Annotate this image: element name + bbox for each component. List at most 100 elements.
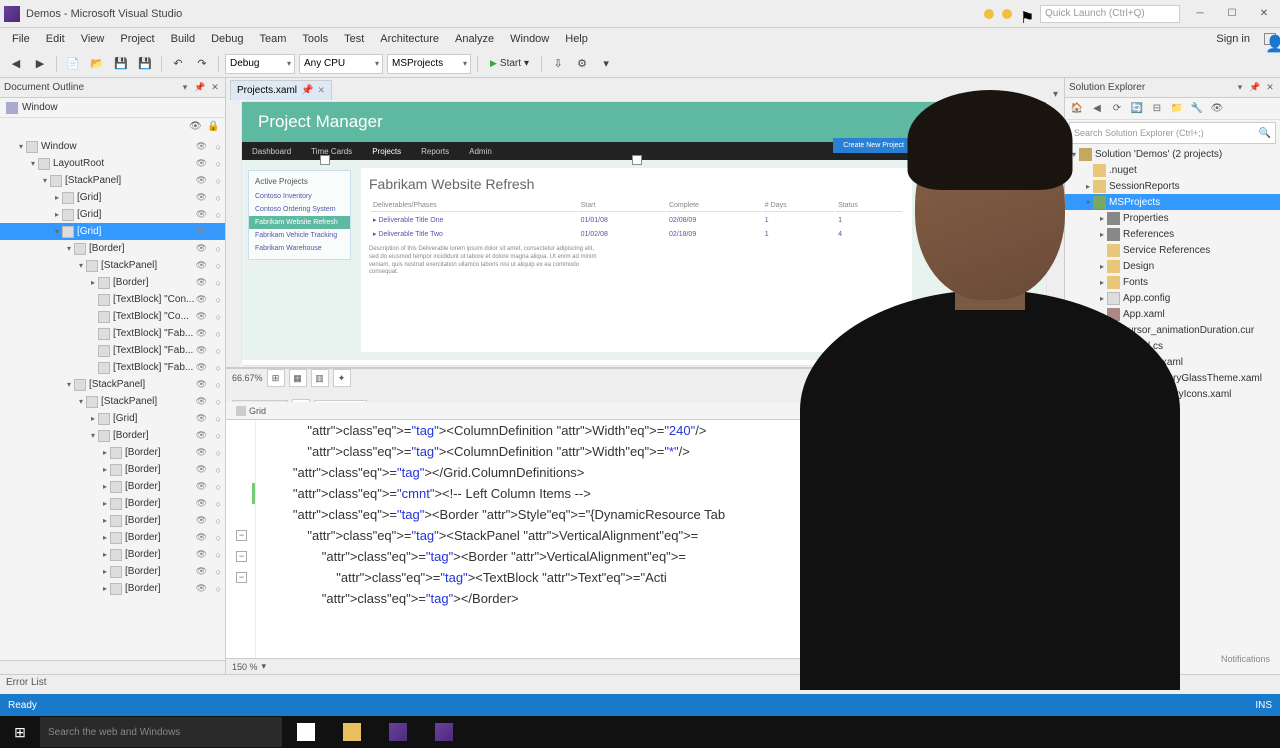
tab-overflow-icon[interactable]: ▾ — [1053, 89, 1058, 100]
se-back-icon[interactable]: ◀ — [1089, 101, 1105, 117]
taskbar-app[interactable] — [330, 717, 374, 747]
taskbar-app[interactable] — [284, 717, 328, 747]
outline-tree-item[interactable]: [TextBlock] "Fab...👁○ — [0, 325, 225, 342]
pm-nav-reports[interactable]: Reports — [421, 147, 449, 156]
grid-button[interactable]: ▦ — [289, 369, 307, 387]
snap-button[interactable]: ▥ — [311, 369, 329, 387]
panel-dropdown-icon[interactable]: ▾ — [179, 82, 191, 94]
se-showall-icon[interactable]: 📁 — [1169, 101, 1185, 117]
menu-tools[interactable]: Tools — [294, 31, 336, 47]
se-tree-item[interactable]: ▸SessionReports — [1065, 178, 1280, 194]
se-tree-item[interactable]: ▾Solution 'Demos' (2 projects) — [1065, 146, 1280, 162]
fold-button[interactable]: − — [236, 572, 247, 583]
panel-pin-icon[interactable]: 📌 — [194, 82, 206, 94]
outline-tree-item[interactable]: ▾[StackPanel]👁○ — [0, 172, 225, 189]
se-tree-item[interactable]: s.xaml — [1065, 402, 1280, 418]
feedback-icon[interactable] — [1002, 9, 1012, 19]
outline-tree-item[interactable]: ▸[Grid]👁○ — [0, 206, 225, 223]
outline-tree-item[interactable]: ▾[Border]👁○ — [0, 427, 225, 444]
outline-tree-item[interactable]: ▸[Border]👁○ — [0, 274, 225, 291]
maximize-button[interactable]: ☐ — [1220, 4, 1244, 24]
menu-project[interactable]: Project — [112, 31, 162, 47]
se-tree-item[interactable]: cursor_animationDuration.cur — [1065, 322, 1280, 338]
open-button[interactable]: 📂 — [87, 54, 107, 74]
menu-debug[interactable]: Debug — [203, 31, 251, 47]
close-button[interactable]: ✕ — [1252, 4, 1276, 24]
pin-icon[interactable]: 📌 — [301, 85, 313, 96]
panel-dropdown-icon[interactable]: ▾ — [1234, 82, 1246, 94]
menu-team[interactable]: Team — [252, 31, 295, 47]
effects-button[interactable]: ✦ — [333, 369, 351, 387]
nav-back-button[interactable]: ◀ — [6, 54, 26, 74]
taskbar-vs-app[interactable] — [422, 717, 466, 747]
outline-tree-item[interactable]: ▸[Border]👁○ — [0, 580, 225, 597]
se-home-icon[interactable]: 🏠 — [1069, 101, 1085, 117]
outline-tree-item[interactable]: [TextBlock] "Fab...👁○ — [0, 342, 225, 359]
outline-tree-item[interactable]: [TextBlock] "Con...👁○ — [0, 291, 225, 308]
pm-add-role-button[interactable]: Add Role — [920, 216, 1042, 229]
outline-tree-item[interactable]: ▾Window👁○ — [0, 138, 225, 155]
redo-button[interactable]: ↷ — [192, 54, 212, 74]
se-tree-item[interactable]: ▸App.config — [1065, 290, 1280, 306]
pm-create-project-button[interactable]: Create New Project — [833, 138, 914, 153]
menu-file[interactable]: File — [4, 31, 38, 47]
breadcrumb-item[interactable]: Grid — [1018, 406, 1060, 416]
se-sync-icon[interactable]: ⟳ — [1109, 101, 1125, 117]
toolbar-btn-1[interactable]: ⇩ — [548, 54, 568, 74]
panel-close-icon[interactable]: ✕ — [209, 82, 221, 94]
pm-nav-dashboard[interactable]: Dashboard — [252, 147, 291, 156]
pm-nav-admin[interactable]: Admin — [469, 147, 492, 156]
start-button[interactable]: ⊞ — [2, 717, 38, 747]
designer-vscroll[interactable] — [1048, 100, 1064, 367]
se-search-input[interactable]: Search Solution Explorer (Ctrl+;) — [1069, 122, 1276, 144]
se-tree-item[interactable]: rceDictionaryGlassTheme.xaml — [1065, 370, 1280, 386]
panel-close-icon[interactable]: ✕ — [1264, 82, 1276, 94]
toolbar-btn-2[interactable]: ⚙ — [572, 54, 592, 74]
outline-tree-item[interactable]: ▾[StackPanel]👁○ — [0, 393, 225, 410]
outline-tree-item[interactable]: ▾[Grid]👁○ — [0, 223, 225, 240]
menu-view[interactable]: View — [73, 31, 113, 47]
outline-tree-item[interactable]: ▾[Border]👁○ — [0, 240, 225, 257]
error-list-panel-title[interactable]: Error List — [0, 674, 1280, 694]
outline-tree-item[interactable]: [TextBlock] "Co...👁○ — [0, 308, 225, 325]
menu-edit[interactable]: Edit — [38, 31, 73, 47]
flag-icon[interactable]: ⚑ — [1020, 8, 1032, 20]
selection-handle-icon[interactable] — [320, 155, 330, 165]
lock-icon[interactable]: 🔒 — [207, 121, 221, 135]
minimize-button[interactable]: ─ — [1188, 4, 1212, 24]
outline-tree-item[interactable]: ▸[Border]👁○ — [0, 546, 225, 563]
pm-project-item[interactable]: Contoso Inventory — [249, 190, 350, 203]
xaml-designer[interactable]: Project Manager Dashboard Time Cards Pro… — [226, 100, 1064, 368]
new-project-button[interactable]: 📄 — [63, 54, 83, 74]
se-tree-item[interactable]: ▸Projects.xaml — [1065, 354, 1280, 370]
outline-tree-item[interactable]: ▸[Border]👁○ — [0, 495, 225, 512]
se-tree-item[interactable]: .nuget — [1065, 162, 1280, 178]
se-tree-item[interactable]: ▸App.xaml — [1065, 306, 1280, 322]
se-tree-item[interactable]: ▾MSProjects — [1065, 194, 1280, 210]
se-tree-item[interactable]: ▸Design — [1065, 258, 1280, 274]
outline-tree-item[interactable]: ▸[Border]👁○ — [0, 478, 225, 495]
menu-window[interactable]: Window — [502, 31, 557, 47]
se-props-icon[interactable]: 🔧 — [1189, 101, 1205, 117]
menu-test[interactable]: Test — [336, 31, 372, 47]
outline-root[interactable]: Window — [0, 98, 225, 118]
se-tree-item[interactable]: tionDictionaryIcons.xaml — [1065, 386, 1280, 402]
breadcrumb-item[interactable]: Grid — [230, 406, 272, 416]
zoom-value[interactable]: 66.67% — [232, 373, 263, 383]
pm-nav-timecards[interactable]: Time Cards — [311, 147, 352, 156]
table-row[interactable]: ▸ Deliverable Title Two01/02/0802/18/091… — [371, 228, 902, 240]
outline-tree-item[interactable]: ▸[Border]👁○ — [0, 529, 225, 546]
outline-tree-item[interactable]: ▸[Border]👁○ — [0, 461, 225, 478]
user-icon[interactable]: 👤 — [1264, 33, 1276, 45]
se-tree-item[interactable]: Service References — [1065, 242, 1280, 258]
panel-pin-icon[interactable]: 📌 — [1249, 82, 1261, 94]
outline-tree-item[interactable]: ▸[Grid]👁○ — [0, 189, 225, 206]
outline-tree[interactable]: ▾Window👁○▾LayoutRoot👁○▾[StackPanel]👁○▸[G… — [0, 138, 225, 660]
notification-dot-icon[interactable] — [984, 9, 994, 19]
start-button[interactable]: Start ▾ — [484, 58, 535, 69]
editor-hscroll[interactable]: 150 %▾ — [226, 658, 1064, 674]
menu-architecture[interactable]: Architecture — [372, 31, 447, 47]
tab-close-icon[interactable]: ✕ — [317, 85, 325, 96]
sign-in-link[interactable]: Sign in — [1208, 31, 1258, 47]
outline-tree-item[interactable]: ▸[Border]👁○ — [0, 512, 225, 529]
